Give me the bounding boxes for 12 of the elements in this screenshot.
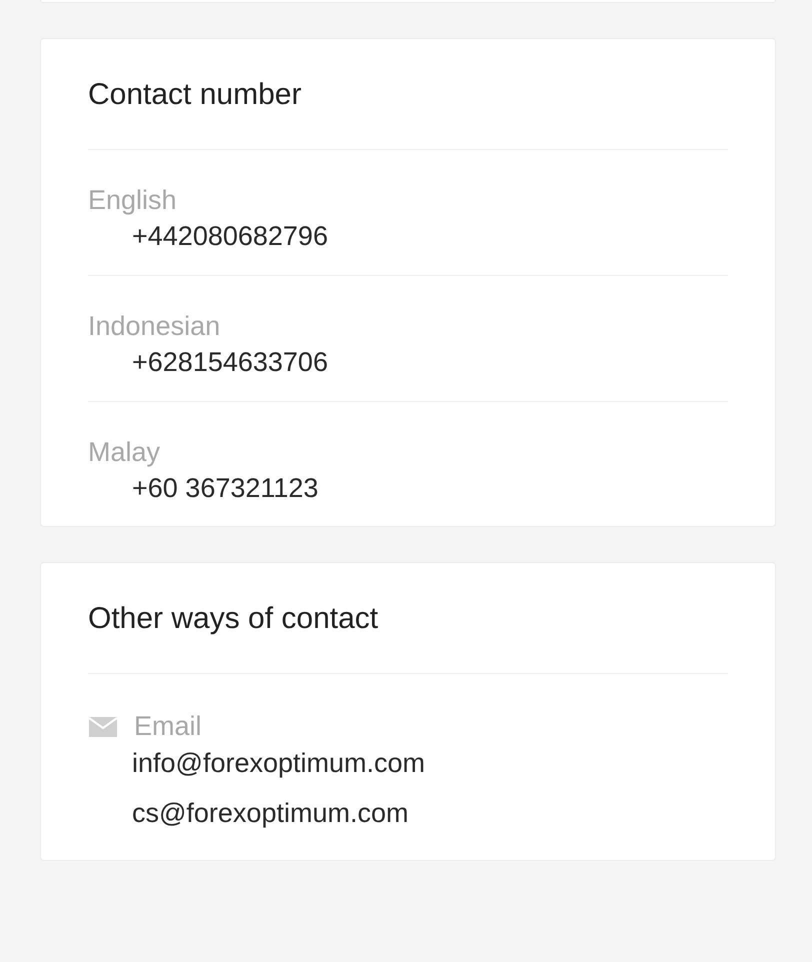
email-address: cs@forexoptimum.com [132,797,410,830]
phone-number: +60 367321123 [132,472,320,504]
phone-number: +442080682796 [132,220,329,253]
phone-number: +628154633706 [132,346,329,379]
section-title: Contact number [88,39,728,150]
language-label: Malay [88,436,162,468]
section-title: Other ways of contact [88,563,728,674]
email-address: info@forexoptimum.com [132,746,426,780]
language-label: Indonesian [88,310,222,342]
method-label: Email [134,710,202,743]
language-label: English [88,184,178,216]
envelope-icon [88,716,118,738]
